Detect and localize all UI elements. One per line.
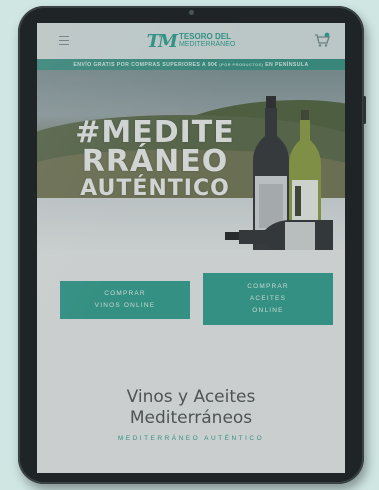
site-logo[interactable]: TM TESORO DEL MEDITERRÁNEO bbox=[147, 31, 236, 52]
tablet-device: TM TESORO DEL MEDITERRÁNEO ENVÍO GRATIS … bbox=[18, 6, 366, 484]
buy-wines-line2: VINOS ONLINE bbox=[94, 302, 156, 309]
buy-oils-button[interactable]: COMPRAR ACEITES ONLINE bbox=[203, 273, 333, 325]
logo-text: TESORO DEL MEDITERRÁNEO bbox=[179, 33, 235, 49]
section-heading-line2: Mediterráneos bbox=[129, 408, 253, 428]
camera-dot bbox=[189, 10, 194, 15]
promo-text-end: EN PENÍNSULA bbox=[265, 62, 309, 68]
section-heading-line1: Vinos y Aceites bbox=[126, 387, 256, 407]
tablet-screen: TM TESORO DEL MEDITERRÁNEO ENVÍO GRATIS … bbox=[37, 23, 345, 473]
promo-text-small: (POR PRODUCTOS) bbox=[219, 62, 264, 67]
hero-title-line3: AUTÉNTICO bbox=[80, 176, 230, 201]
buy-wines-line1: COMPRAR bbox=[104, 290, 146, 297]
hamburger-icon[interactable] bbox=[59, 36, 69, 45]
logo-mark: TM bbox=[146, 30, 178, 52]
volume-button bbox=[363, 96, 366, 124]
section-heading: Vinos y Aceites Mediterráneos bbox=[37, 387, 345, 429]
buy-oils-line2: ACEITES bbox=[249, 295, 287, 302]
lying-bottle-image bbox=[225, 220, 333, 250]
hero-title-line2: RRÁNEO bbox=[81, 144, 229, 179]
buy-wines-button[interactable]: COMPRAR VINOS ONLINE bbox=[60, 281, 190, 319]
buy-oils-line1: COMPRAR bbox=[247, 283, 289, 290]
site-header: TM TESORO DEL MEDITERRÁNEO bbox=[37, 23, 345, 59]
promo-text-main: ENVÍO GRATIS POR COMPRAS SUPERIORES A 90… bbox=[73, 62, 218, 68]
hero-banner: #MEDITE RRÁNEO AUTÉNTICO bbox=[37, 70, 345, 250]
buy-oils-line3: ONLINE bbox=[252, 307, 284, 314]
cart-icon[interactable] bbox=[313, 32, 331, 48]
shipping-promo-bar: ENVÍO GRATIS POR COMPRAS SUPERIORES A 90… bbox=[37, 59, 345, 70]
logo-line2: MEDITERRÁNEO bbox=[178, 41, 236, 48]
hero-title-line1: #MEDITE bbox=[75, 115, 235, 150]
hero-title: #MEDITE RRÁNEO AUTÉNTICO bbox=[75, 118, 235, 202]
section-subheading: MEDITERRÁNEO AUTÉNTICO bbox=[117, 435, 265, 442]
logo-line1: TESORO DEL bbox=[178, 32, 231, 41]
